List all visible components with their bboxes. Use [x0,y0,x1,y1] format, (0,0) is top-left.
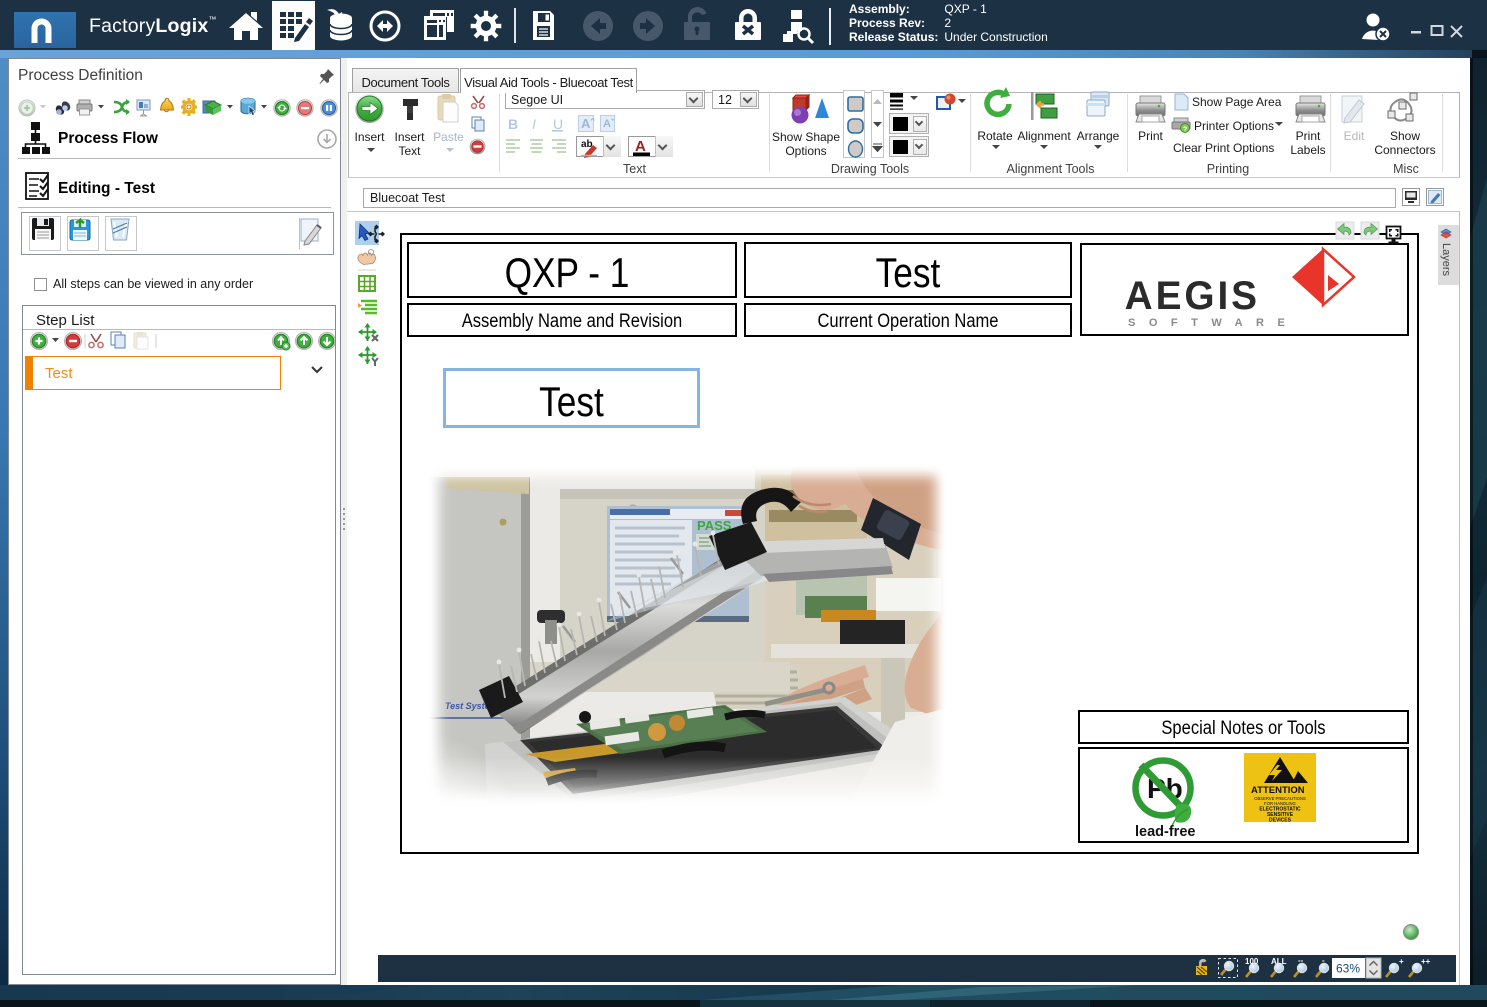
svg-text:-: - [1322,956,1325,965]
svg-text:Aˆ: Aˆ [581,116,595,131]
svg-text:+: + [1399,957,1404,966]
svg-text:100: 100 [1245,957,1259,966]
svg-text:lead-free: lead-free [1135,824,1195,840]
svg-text:AEGIS: AEGIS [1125,273,1260,318]
svg-text:B: B [508,116,518,132]
svg-text:SOFTWARE: SOFTWARE [1128,317,1298,329]
svg-text:Aˇ: Aˇ [603,118,615,130]
svg-text:ATTENTION: ATTENTION [1251,785,1305,796]
svg-text:--: -- [1298,956,1304,965]
svg-text:?: ? [1183,127,1187,134]
svg-text:A: A [635,138,646,155]
svg-text:++: ++ [1421,957,1431,966]
svg-text:63%: 63% [1336,962,1360,976]
svg-text:U: U [553,116,563,132]
svg-text:ALL: ALL [1271,957,1287,966]
svg-text:I: I [532,116,536,132]
svg-text:DEVICES: DEVICES [1269,818,1292,824]
svg-text:FOR HANDLING: FOR HANDLING [1264,801,1296,806]
